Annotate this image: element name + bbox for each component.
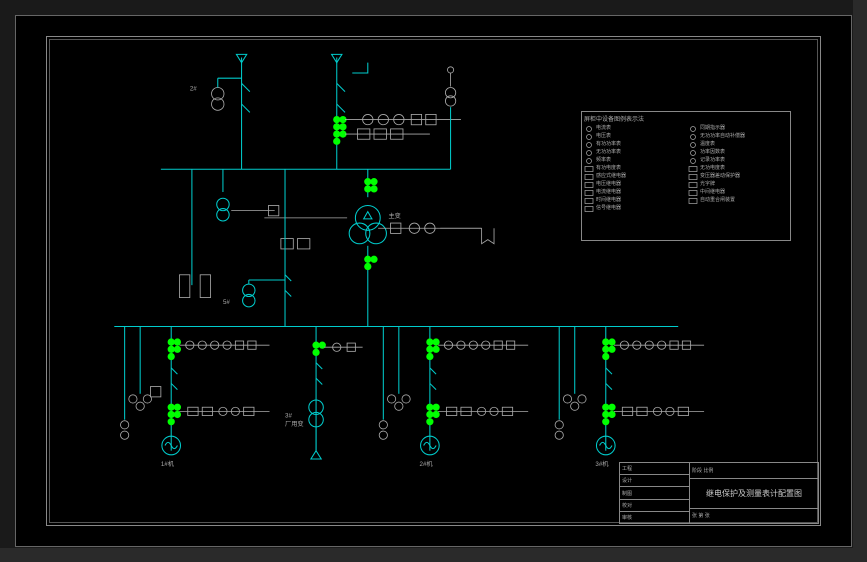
tb-sheet: 张 第 张 — [690, 509, 818, 524]
legend-box: 屏柜中设备图例表示法 电流表同期指示器电压表无功功率自动补偿器有功功率表温度表无… — [581, 111, 791, 241]
tb-draw: 制图 — [620, 487, 689, 499]
legend-item: 电压继电器 — [584, 181, 684, 188]
label-no5: 5# — [223, 299, 230, 306]
legend-item: 无功电度表 — [688, 165, 788, 172]
label-no3: 3# — [285, 413, 292, 420]
bay-2: 2#机 — [379, 327, 528, 469]
tb-proj: 工程 — [620, 463, 689, 475]
label-no2: 2# — [190, 86, 197, 93]
legend-body: 电流表同期指示器电压表无功功率自动补偿器有功功率表温度表无功功率表功率因数表频率… — [584, 125, 788, 212]
legend-item: 功率因数表 — [688, 149, 788, 156]
legend-item: 同期指示器 — [688, 125, 788, 132]
legend-item: 自动重合闸装置 — [688, 197, 788, 204]
legend-item: 电流继电器 — [584, 189, 684, 196]
legend-title: 屏柜中设备图例表示法 — [584, 114, 788, 123]
legend-item: 记录功率表 — [688, 157, 788, 164]
bay-3: 3#机 — [555, 327, 704, 469]
legend-item: 变压器差动保护器 — [688, 173, 788, 180]
label-aux-tx: 厂用变 — [285, 420, 304, 428]
legend-item: 有功功率表 — [584, 141, 684, 148]
legend-item: 时间继电器 — [584, 197, 684, 204]
legend-item: 无功功率表 — [584, 149, 684, 156]
title-block: 工程 设计 制图 校对 审核 阶段 比例 继电保护及测量表计配置图 张 第 张 — [619, 462, 819, 524]
bay-1: 1#机 — [121, 327, 270, 469]
scrollbar-vertical[interactable] — [853, 0, 867, 562]
legend-item: 有功电度表 — [584, 165, 684, 172]
legend-item: 电压表 — [584, 133, 684, 140]
tb-stage: 阶段 比例 — [690, 463, 818, 479]
bay-aux: 3# 厂用变 — [285, 327, 363, 459]
legend-item: 感应式继电器 — [584, 173, 684, 180]
tb-check: 校对 — [620, 500, 689, 512]
label-gen2: 2#机 — [420, 460, 434, 468]
legend-item: 频率表 — [584, 157, 684, 164]
tb-design: 设计 — [620, 475, 689, 487]
legend-item: 电流表 — [584, 125, 684, 132]
tb-title: 继电保护及测量表计配置图 — [690, 479, 818, 509]
label-main-tx: 主变 — [388, 212, 400, 220]
legend-item: 中间继电器 — [688, 189, 788, 196]
label-gen1: 1#机 — [161, 460, 175, 468]
label-gen3: 3#机 — [595, 460, 609, 468]
legend-item: 无功功率自动补偿器 — [688, 133, 788, 140]
legend-item: 温度表 — [688, 141, 788, 148]
legend-item: 信号继电器 — [584, 205, 684, 212]
legend-item: 光字牌 — [688, 181, 788, 188]
cad-canvas[interactable]: 主变 5# 1#机 3# 厂用变 2#机 3#机 2# 屏柜中设备图例表示法 电… — [15, 15, 852, 547]
tb-audit: 审核 — [620, 512, 689, 523]
scrollbar-horizontal[interactable] — [0, 548, 853, 562]
